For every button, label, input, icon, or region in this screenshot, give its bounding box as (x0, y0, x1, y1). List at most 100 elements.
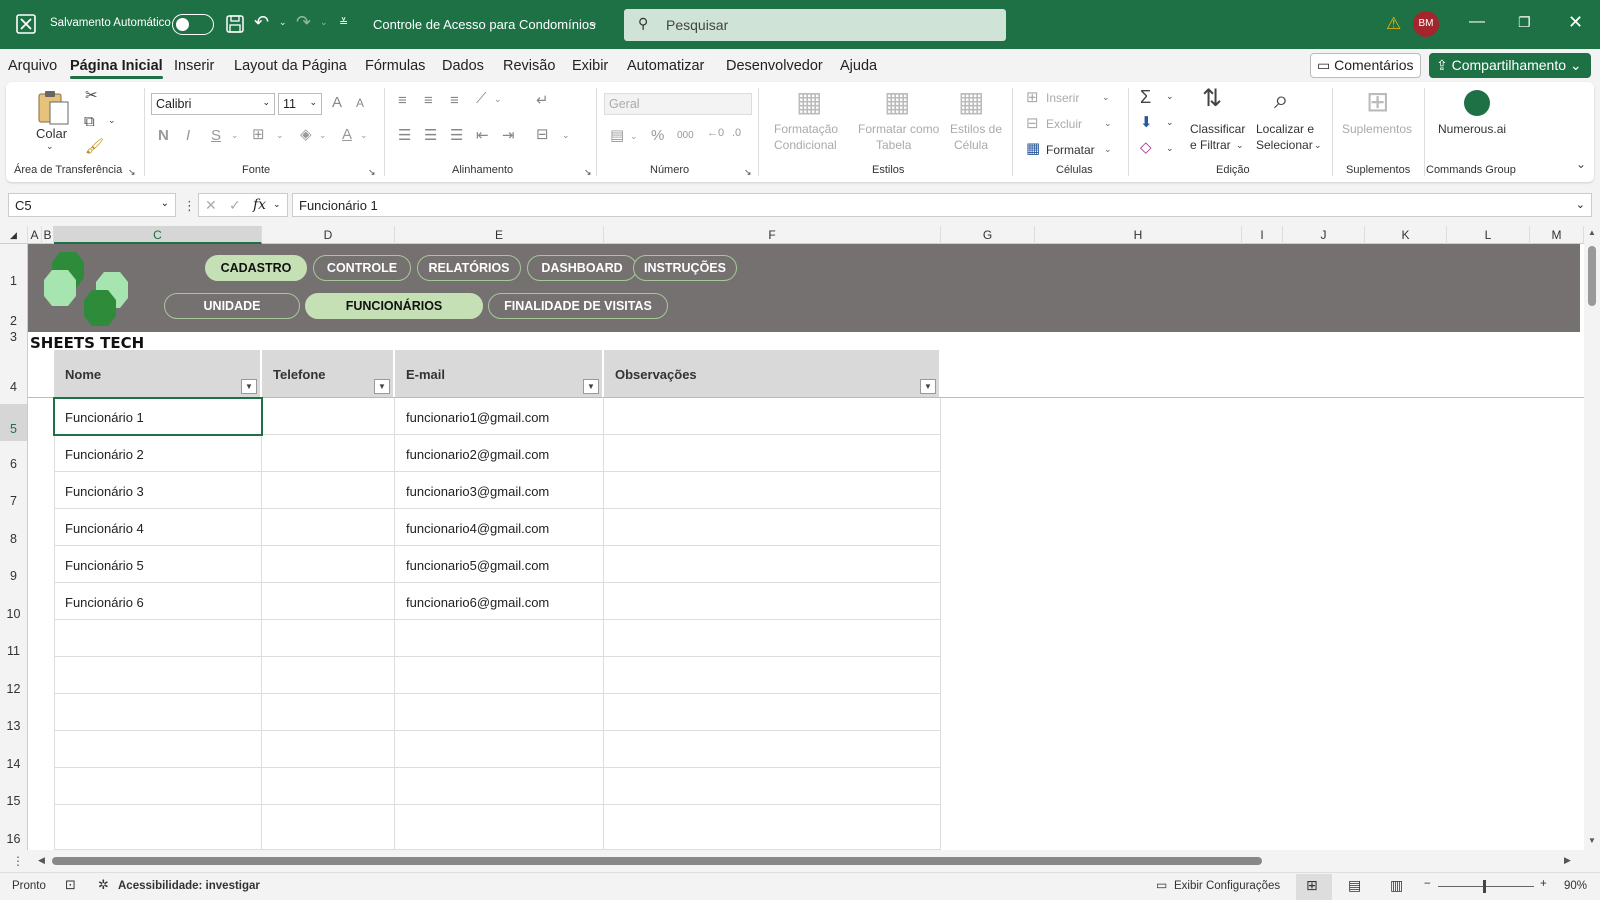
find-select-chevron-icon[interactable]: ⌄ (1314, 141, 1322, 150)
close-icon[interactable]: ✕ (1568, 12, 1583, 33)
table-cell[interactable]: Funcionário 6 (54, 583, 262, 620)
empty-cell[interactable] (395, 805, 604, 850)
alignment-launcher-icon[interactable]: ↘ (584, 168, 592, 177)
tab-arquivo[interactable]: Arquivo (8, 58, 57, 74)
zoom-in-icon[interactable]: + (1540, 878, 1547, 890)
accessibility-status[interactable]: Acessibilidade: investigar (118, 880, 260, 892)
column-header-c[interactable]: C (54, 226, 262, 244)
scroll-left-icon[interactable]: ◀ (38, 855, 45, 866)
fill-color-icon[interactable]: ◈ (300, 127, 312, 142)
table-cell[interactable]: funcionario2@gmail.com (395, 435, 604, 472)
format-as-table-label-1[interactable]: Formatar como (858, 122, 939, 136)
align-center-icon[interactable]: ☰ (424, 128, 437, 143)
empty-cell[interactable] (262, 768, 395, 805)
insert-chevron-icon[interactable]: ⌄ (1102, 93, 1110, 102)
scroll-up-icon[interactable]: ▲ (1588, 228, 1596, 237)
empty-cell[interactable] (604, 805, 941, 850)
table-cell[interactable] (262, 509, 395, 546)
table-cell[interactable] (604, 398, 941, 435)
autosave-toggle[interactable] (172, 14, 214, 35)
numerous-ai-icon[interactable] (1464, 90, 1490, 116)
row-header[interactable]: 2 (0, 314, 27, 328)
italic-icon[interactable]: I (186, 128, 190, 143)
nav-dashboard-button[interactable]: DASHBOARD (527, 255, 637, 281)
vertical-scrollbar[interactable]: ▲ ▼ (1584, 226, 1600, 850)
ribbon-collapse-icon[interactable]: ⌄ (1576, 158, 1586, 170)
clipboard-launcher-icon[interactable]: ↘ (128, 168, 136, 177)
empty-cell[interactable] (54, 620, 262, 657)
empty-cell[interactable] (54, 768, 262, 805)
number-launcher-icon[interactable]: ↘ (744, 168, 752, 177)
align-right-icon[interactable]: ☰ (450, 128, 463, 143)
empty-cell[interactable] (262, 620, 395, 657)
row-header[interactable]: 8 (0, 532, 27, 546)
sort-filter-label-1[interactable]: Classificar (1190, 122, 1245, 136)
filter-dropdown-icon[interactable]: ▼ (241, 379, 257, 394)
table-cell[interactable] (262, 583, 395, 620)
number-format-select[interactable]: Geral (604, 93, 752, 115)
nav-instrucoes-button[interactable]: INSTRUÇÕES (633, 255, 737, 281)
row-header[interactable]: 7 (0, 494, 27, 508)
row-header[interactable]: 13 (0, 719, 27, 733)
table-cell[interactable] (262, 435, 395, 472)
copy-chevron-icon[interactable]: ⌄ (108, 116, 116, 125)
conditional-format-label-2[interactable]: Condicional (774, 138, 837, 152)
conditional-format-icon[interactable]: ▦ (796, 88, 822, 116)
find-select-label-2[interactable]: Selecionar (1256, 138, 1313, 152)
empty-cell[interactable] (262, 805, 395, 850)
percent-icon[interactable]: % (651, 128, 664, 143)
zoom-out-icon[interactable]: − (1424, 878, 1431, 890)
vertical-scroll-thumb[interactable] (1588, 246, 1596, 306)
increase-decimal-icon[interactable]: ←0 (707, 128, 724, 139)
table-cell[interactable]: funcionario1@gmail.com (395, 398, 604, 435)
format-chevron-icon[interactable]: ⌄ (1104, 145, 1112, 154)
table-cell[interactable]: funcionario3@gmail.com (395, 472, 604, 509)
title-chevron-down-icon[interactable]: ⌄ (589, 16, 598, 29)
paste-icon[interactable] (36, 88, 70, 126)
row-header[interactable]: 5 (0, 404, 27, 441)
table-cell[interactable] (604, 435, 941, 472)
format-painter-icon[interactable]: 🖌 (85, 139, 104, 154)
column-header-d[interactable]: D (262, 226, 395, 244)
table-cell[interactable] (604, 509, 941, 546)
tab-dados[interactable]: Dados (442, 58, 484, 74)
table-cell[interactable] (262, 546, 395, 583)
table-cell[interactable]: Funcionário 4 (54, 509, 262, 546)
cell-styles-label-1[interactable]: Estilos de (950, 122, 1002, 136)
tab-inserir[interactable]: Inserir (174, 58, 214, 74)
row-header[interactable]: 6 (0, 457, 27, 471)
cut-icon[interactable]: ✂ (85, 88, 98, 103)
nav-funcionarios-button[interactable]: FUNCIONÁRIOS (305, 293, 483, 319)
name-box[interactable]: C5 ⌄ (8, 193, 176, 217)
zoom-slider[interactable] (1438, 886, 1534, 887)
filter-dropdown-icon[interactable]: ▼ (583, 379, 599, 394)
font-color-chevron-icon[interactable]: ⌄ (360, 131, 368, 140)
font-size-select[interactable]: 11 ⌄ (278, 93, 322, 115)
table-cell[interactable] (262, 472, 395, 509)
wrap-text-icon[interactable]: ↵ (536, 93, 549, 108)
cell-styles-icon[interactable]: ▦ (958, 88, 984, 116)
row-header[interactable]: 9 (0, 569, 27, 583)
row-header[interactable]: 14 (0, 757, 27, 771)
filter-dropdown-icon[interactable]: ▼ (920, 379, 936, 394)
formula-input[interactable]: Funcionário 1 ⌄ (292, 193, 1592, 217)
row-header[interactable]: 1 (0, 274, 27, 288)
row-header[interactable]: 16 (0, 832, 27, 846)
empty-cell[interactable] (395, 620, 604, 657)
decrease-indent-icon[interactable]: ⇤ (476, 128, 489, 143)
select-all-corner[interactable]: ◢ (0, 226, 28, 244)
table-cell-c5[interactable]: Funcionário 1 (53, 397, 263, 436)
sort-filter-icon[interactable]: ⇅ (1202, 87, 1222, 111)
warning-icon[interactable]: ⚠ (1386, 14, 1401, 34)
tab-automatizar[interactable]: Automatizar (627, 58, 704, 74)
conditional-format-label-1[interactable]: Formatação (774, 122, 838, 136)
clear-chevron-icon[interactable]: ⌄ (1166, 144, 1174, 153)
table-cell[interactable] (604, 472, 941, 509)
fill-chevron-icon[interactable]: ⌄ (319, 131, 327, 140)
column-header-b[interactable]: B (42, 226, 54, 244)
enter-icon[interactable]: ✓ (229, 197, 241, 214)
addins-icon[interactable]: ⊞ (1366, 88, 1389, 116)
column-header-l[interactable]: L (1447, 226, 1530, 244)
align-middle-icon[interactable]: ≡ (424, 93, 433, 108)
align-top-icon[interactable]: ≡ (398, 93, 407, 108)
